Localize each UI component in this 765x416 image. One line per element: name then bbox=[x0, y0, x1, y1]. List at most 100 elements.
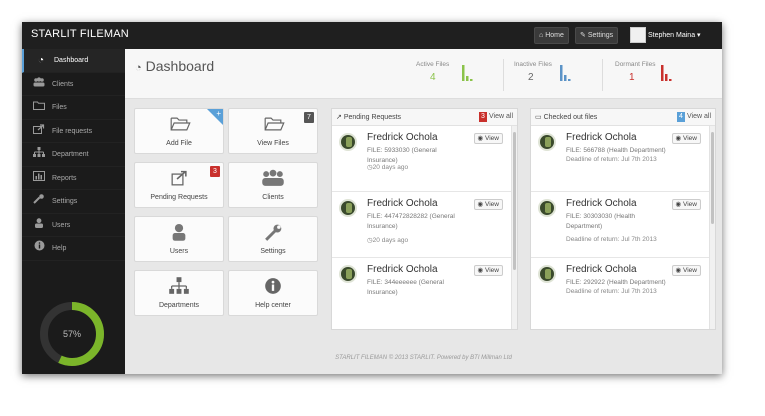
requester-name: Fredrick Ochola bbox=[367, 264, 438, 275]
pending-requests-panel: ↗ Pending Requests 3 View all Fredrick Oc… bbox=[331, 108, 518, 330]
avatar bbox=[538, 133, 556, 151]
file-info: FILE: 292922 (Health Department) bbox=[566, 279, 666, 286]
wrench-icon: ✎ bbox=[580, 32, 586, 39]
sidebar-item-label: Clients bbox=[52, 80, 74, 88]
user-name: Stephen Maina bbox=[648, 32, 696, 39]
mini-bar-chart-icon bbox=[661, 65, 672, 81]
borrower-name: Fredrick Ochola bbox=[566, 264, 637, 275]
sidebar-item-clients[interactable]: Clients bbox=[22, 73, 125, 96]
scrollbar[interactable] bbox=[511, 126, 517, 329]
view-all-link[interactable]: 4 View all bbox=[677, 112, 711, 122]
avatar bbox=[339, 265, 357, 283]
tile-help-center[interactable]: Help center bbox=[228, 270, 318, 316]
user-icon bbox=[172, 223, 186, 241]
time-label: 20 days ago bbox=[372, 237, 409, 244]
progress-gauge: 57% bbox=[40, 302, 104, 366]
stat-active-files: Active Files 4 bbox=[416, 61, 496, 93]
file-info: FILE: 566788 (Health Department) bbox=[566, 147, 666, 154]
tile-settings[interactable]: Settings bbox=[228, 216, 318, 262]
tile-label: Settings bbox=[260, 248, 286, 255]
stat-label: Active Files bbox=[416, 61, 450, 68]
footer-credit: STARLIT FILEMAN © 2013 STARLIT. Powered … bbox=[335, 355, 512, 361]
eye-icon: ◉ bbox=[675, 135, 682, 142]
view-button[interactable]: ◉ View bbox=[671, 199, 701, 210]
sidebar-item-label: Help bbox=[52, 245, 67, 252]
user-menu[interactable]: Stephen Maina ▾ bbox=[630, 26, 701, 45]
scrollbar-thumb[interactable] bbox=[711, 132, 714, 224]
folder-icon: ▭ bbox=[535, 114, 542, 121]
sitemap-icon bbox=[169, 277, 189, 294]
view-button[interactable]: ◉ View bbox=[671, 265, 701, 276]
tile-label: View Files bbox=[257, 140, 289, 147]
caret-down-icon: ▾ bbox=[697, 32, 701, 39]
sidebar-item-department[interactable]: Department bbox=[22, 143, 125, 167]
tile-label: Users bbox=[169, 248, 189, 255]
brand-logo[interactable]: STARLIT FILEMAN bbox=[31, 28, 129, 40]
home-icon: ⌂ bbox=[539, 32, 544, 39]
view-label: View bbox=[485, 267, 499, 274]
list-item: Fredrick Ochola ◉ View FILE: 5933030 (Ge… bbox=[332, 126, 517, 192]
tile-users[interactable]: Users bbox=[134, 216, 224, 262]
share-icon: ↗ bbox=[336, 114, 342, 121]
main-content: ◔ Dashboard Active Files 4 Inactive Files… bbox=[125, 49, 722, 374]
view-button[interactable]: ◉ View bbox=[473, 199, 503, 210]
wrench-icon bbox=[32, 190, 46, 213]
stat-value: 2 bbox=[528, 72, 534, 83]
sidebar-item-file-requests[interactable]: File requests bbox=[22, 120, 125, 143]
stat-value: 1 bbox=[629, 72, 635, 83]
view-all-link[interactable]: 3 View all bbox=[479, 112, 513, 122]
time-ago: ◷20 days ago bbox=[367, 163, 408, 171]
file-info: FILE: 344eeeeee (General Insurance) bbox=[367, 279, 444, 296]
stat-divider bbox=[503, 59, 504, 91]
sidebar-item-label: Reports bbox=[52, 174, 77, 182]
sidebar-item-reports[interactable]: Reports bbox=[22, 167, 125, 190]
tile-pending-requests[interactable]: 3 Pending Requests bbox=[134, 162, 224, 208]
panel-title-wrap: ↗ Pending Requests bbox=[336, 113, 401, 121]
tile-label: Pending Requests bbox=[150, 194, 208, 201]
sidebar-item-users[interactable]: Users bbox=[22, 214, 125, 237]
requester-name: Fredrick Ochola bbox=[367, 198, 438, 209]
share-icon bbox=[171, 170, 187, 186]
info-icon bbox=[32, 237, 46, 260]
count-badge: 4 bbox=[677, 112, 685, 122]
borrower-name: Fredrick Ochola bbox=[566, 132, 637, 143]
scrollbar-thumb[interactable] bbox=[513, 132, 516, 270]
sidebar-item-label: Files bbox=[52, 104, 67, 111]
tile-add-file[interactable]: + Add File bbox=[134, 108, 224, 154]
sidebar-item-label: Department bbox=[52, 151, 89, 158]
tile-clients[interactable]: Clients bbox=[228, 162, 318, 208]
stat-inactive-files: Inactive Files 2 bbox=[514, 61, 594, 93]
avatar bbox=[538, 199, 556, 217]
folder-open-icon bbox=[264, 117, 285, 131]
view-all-label: View all bbox=[687, 113, 711, 120]
eye-icon: ◉ bbox=[675, 267, 682, 274]
sidebar-item-label: Dashboard bbox=[54, 57, 89, 64]
file-info: FILE: 447472828282 (General Insurance) bbox=[367, 213, 455, 230]
share-icon bbox=[32, 120, 46, 143]
folder-icon bbox=[32, 96, 46, 119]
view-button[interactable]: ◉ View bbox=[473, 265, 503, 276]
list-item: Fredrick Ochola ◉ View FILE: 344eeeeee (… bbox=[332, 258, 517, 324]
requester-name: Fredrick Ochola bbox=[367, 132, 438, 143]
borrower-name: Fredrick Ochola bbox=[566, 198, 637, 209]
settings-button[interactable]: ✎ Settings bbox=[575, 27, 619, 44]
sidebar-item-dashboard[interactable]: ◔ Dashboard bbox=[22, 49, 125, 73]
tile-departments[interactable]: Departments bbox=[134, 270, 224, 316]
tile-view-files[interactable]: 7 View Files bbox=[228, 108, 318, 154]
sidebar-item-files[interactable]: Files bbox=[22, 96, 125, 120]
time-ago: ◷20 days ago bbox=[367, 236, 408, 244]
sidebar-item-help[interactable]: Help bbox=[22, 237, 125, 261]
sidebar: ◔ Dashboard Clients Files File requests … bbox=[22, 49, 125, 374]
view-label: View bbox=[485, 135, 499, 142]
mini-bar-chart-icon bbox=[560, 65, 571, 81]
scrollbar[interactable] bbox=[709, 126, 715, 329]
checked-out-files-panel: ▭ Checked out files 4 View all Fredrick O… bbox=[530, 108, 716, 330]
stat-value: 4 bbox=[430, 72, 436, 83]
home-button[interactable]: ⌂ Home bbox=[534, 27, 569, 44]
view-button[interactable]: ◉ View bbox=[671, 133, 701, 144]
top-navbar: STARLIT FILEMAN ⌂ Home ✎ Settings Stephen … bbox=[22, 22, 722, 49]
sidebar-item-settings[interactable]: Settings bbox=[22, 190, 125, 214]
dashboard-icon: ◔ bbox=[37, 55, 45, 66]
list-item: Fredrick Ochola ◉ View FILE: 44747282828… bbox=[332, 192, 517, 258]
view-button[interactable]: ◉ View bbox=[473, 133, 503, 144]
